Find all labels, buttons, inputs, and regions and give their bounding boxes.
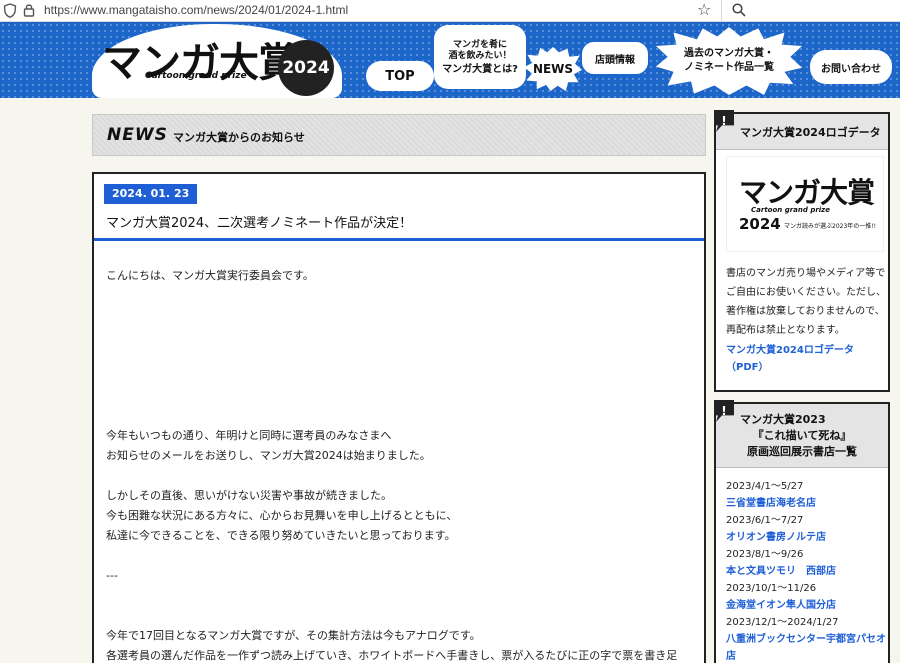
exhibit-heading-line-1: マンガ大賞2023 bbox=[740, 413, 826, 426]
exhibit-date: 2023/10/1～11/26 bbox=[726, 583, 817, 594]
nav-about[interactable]: マンガを肴に 酒を飲みたい！ マンガ大賞とは? bbox=[434, 25, 526, 89]
article-paragraph-line: お知らせのメールをお送りし、マンガ大賞2024は始まりました。 bbox=[106, 449, 431, 462]
nav-about-label: マンガ大賞とは? bbox=[442, 63, 518, 75]
star-icon[interactable]: ☆ bbox=[697, 1, 711, 19]
sidebar-exhibit-heading: ! マンガ大賞2023 『これ描いて死ね』 原画巡回展示書店一覧 bbox=[714, 400, 888, 468]
exhibit-store-link[interactable]: オリオン書房ノルテ店 bbox=[726, 529, 888, 546]
nav-past-awards[interactable]: 過去のマンガ大賞・ ノミネート作品一覧 bbox=[656, 27, 802, 95]
article-paragraph-line: 今年もいつもの通り、年明けと同時に選考員のみなさまへ bbox=[106, 429, 392, 442]
lock-icon[interactable] bbox=[23, 3, 35, 17]
sidebar-exhibit-box: ! マンガ大賞2023 『これ描いて死ね』 原画巡回展示書店一覧 2023/4/… bbox=[714, 400, 890, 663]
article-gap bbox=[106, 586, 696, 606]
article-paragraph-line: しかしその直後、思いがけない災害や事故が続きました。 bbox=[106, 489, 392, 502]
article-paragraph-line: 今年で17回目となるマンガ大賞ですが、その集計方法は今もアナログです。 bbox=[106, 629, 481, 642]
nav-contact[interactable]: お問い合わせ bbox=[810, 50, 892, 84]
exhibit-store-link[interactable]: 本と文具ツモリ 西部店 bbox=[726, 563, 888, 580]
article-greeting: こんにちは、マンガ大賞実行委員会です。 bbox=[106, 269, 314, 282]
exhibit-store-link[interactable]: 金海堂イオン隼人国分店 bbox=[726, 597, 888, 614]
news-article: 2024. 01. 23 マンガ大賞2024、二次選考ノミネート作品が決定！ こ… bbox=[92, 172, 706, 663]
nav-top[interactable]: TOP bbox=[366, 61, 434, 91]
section-heading-subtitle: マンガ大賞からのお知らせ bbox=[173, 131, 305, 144]
section-heading: NEWS マンガ大賞からのお知らせ bbox=[92, 114, 706, 156]
article-spacer bbox=[106, 286, 696, 426]
exhibit-store-link[interactable]: 八重洲ブックセンター宇都宮パセオ店 bbox=[726, 631, 888, 663]
article-paragraph-line: 私達に今できることを、できる限り努めていきたいと思っております。 bbox=[106, 529, 456, 542]
nav-about-tagline-1: マンガを肴に bbox=[452, 39, 507, 50]
description-line: 再配布は禁止となります。 bbox=[726, 325, 845, 336]
logo-pdf-link-suffix[interactable]: （PDF） bbox=[726, 359, 854, 376]
article-gap bbox=[106, 466, 696, 486]
site-header: マンガ大賞 Cartoon grand prize 2024 TOP マンガを肴… bbox=[0, 22, 900, 98]
article-gap bbox=[106, 606, 696, 626]
exhibit-store-link[interactable]: 三省堂書店海老名店 bbox=[726, 495, 888, 512]
exhibit-date: 2023/8/1～9/26 bbox=[726, 549, 804, 560]
logo-pdf-link-label[interactable]: マンガ大賞2024ロゴデータ bbox=[726, 342, 854, 359]
url-field[interactable]: https://www.mangataisho.com/news/2024/01… bbox=[44, 3, 348, 17]
sidebar-logo-heading-text: マンガ大賞2024ロゴデータ bbox=[740, 126, 881, 139]
sidebar-logo-data-box: ! マンガ大賞2024ロゴデータ マンガ大賞 Cartoon grand pri… bbox=[714, 110, 890, 392]
article-body: こんにちは、マンガ大賞実行委員会です。 今年もいつもの通り、年明けと同時に選考員… bbox=[106, 266, 696, 663]
logo-preview-year: 2024 bbox=[739, 215, 781, 233]
site-logo-year: 2024 bbox=[278, 40, 334, 96]
logo-usage-description: 書店のマンガ売り場やメディア等で ご自由にお使いください。ただし、 著作権は放棄… bbox=[726, 264, 886, 340]
logo-preview-text: マンガ大賞 bbox=[739, 176, 875, 209]
article-title: マンガ大賞2024、二次選考ノミネート作品が決定！ bbox=[106, 216, 413, 231]
exhibit-heading-line-3: 原画巡回展示書店一覧 bbox=[747, 445, 857, 458]
nav-about-tagline-2: 酒を飲みたい！ bbox=[448, 50, 512, 61]
article-paragraph-line: 今も困難な状況にある方々に、心からお見舞いを申し上げるとともに、 bbox=[106, 509, 458, 522]
exhibit-heading-line-2: 『これ描いて死ね』 bbox=[752, 429, 852, 442]
sidebar-logo-heading: ! マンガ大賞2024ロゴデータ bbox=[714, 110, 888, 150]
nav-past-label-2: ノミネート作品一覧 bbox=[684, 62, 774, 73]
search-icon[interactable] bbox=[732, 3, 746, 17]
description-line: ご自由にお使いください。ただし、 bbox=[726, 287, 886, 298]
section-heading-word: NEWS bbox=[107, 125, 168, 145]
exhibit-date: 2023/12/1～2024/1/27 bbox=[726, 617, 839, 628]
shield-icon[interactable] bbox=[3, 3, 17, 18]
exhibit-date: 2023/6/1～7/27 bbox=[726, 515, 804, 526]
exclamation-icon: ! bbox=[714, 110, 734, 132]
toolbar-divider bbox=[721, 0, 722, 22]
description-line: 書店のマンガ売り場やメディア等で bbox=[726, 268, 886, 279]
nav-news[interactable]: NEWS bbox=[524, 47, 582, 91]
article-separator: --- bbox=[106, 569, 118, 582]
logo-preview-caption: マンガ読みが選ぶ2023年の一推!! bbox=[784, 223, 877, 230]
title-divider bbox=[94, 238, 704, 241]
logo-preview-subtitle: Cartoon grand prize bbox=[751, 206, 830, 214]
logo-pdf-link[interactable]: マンガ大賞2024ロゴデータ （PDF） bbox=[726, 342, 854, 376]
article-date-badge: 2024. 01. 23 bbox=[104, 184, 198, 204]
article-gap bbox=[106, 546, 696, 566]
logo-preview-image[interactable]: マンガ大賞 Cartoon grand prize 2024 マンガ読みが選ぶ2… bbox=[726, 156, 884, 252]
browser-address-bar: https://www.mangataisho.com/news/2024/01… bbox=[0, 0, 900, 22]
nav-past-label-1: 過去のマンガ大賞・ bbox=[684, 48, 774, 59]
exhibit-store-list: 2023/4/1～5/27 三省堂書店海老名店 2023/6/1～7/27 オリ… bbox=[726, 478, 888, 663]
site-logo-subtitle: Cartoon grand prize bbox=[145, 71, 247, 81]
description-line: 著作権は放棄しておりませんので、 bbox=[726, 306, 885, 317]
nav-store-info[interactable]: 店頭情報 bbox=[582, 42, 648, 74]
exhibit-date: 2023/4/1～5/27 bbox=[726, 481, 804, 492]
article-paragraph-line: 各選考員の選んだ作品を一作ずつ読み上げていき、ホワイトボードへ手書きし、票が入る… bbox=[106, 649, 678, 662]
